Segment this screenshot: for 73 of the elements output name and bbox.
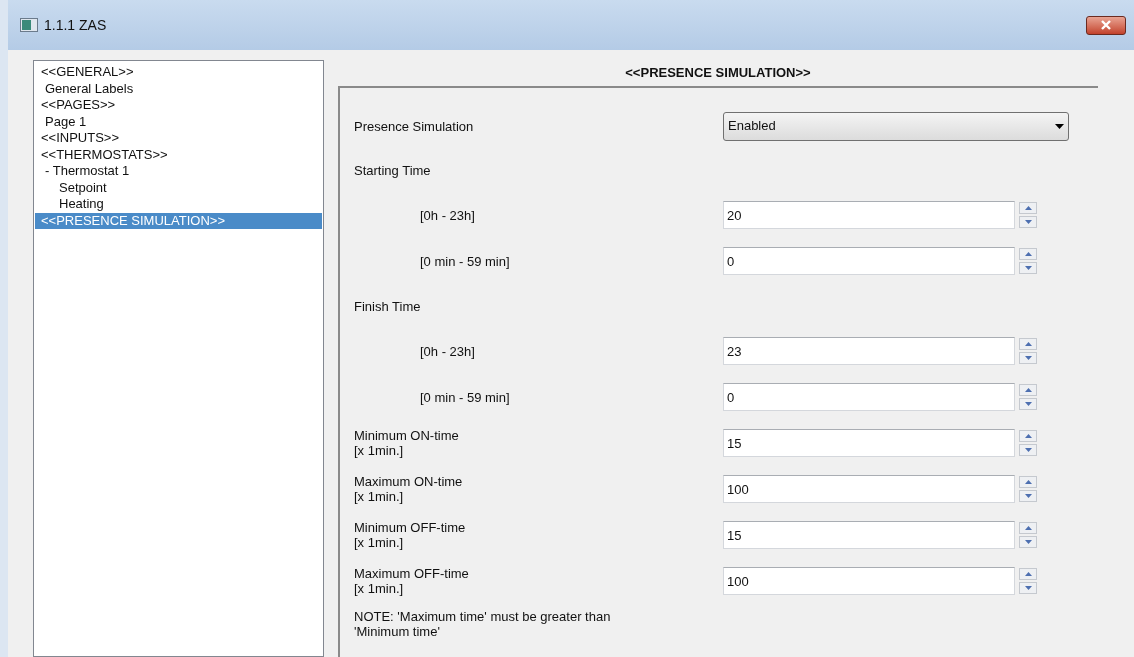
spin-down-button[interactable] — [1019, 536, 1037, 548]
up-arrow-icon — [1024, 572, 1032, 576]
up-arrow-icon — [1024, 526, 1032, 530]
spin-down-button[interactable] — [1019, 490, 1037, 502]
number-field[interactable]: 100 — [723, 567, 1015, 595]
spin-up-button[interactable] — [1019, 384, 1037, 396]
spin-down-button[interactable] — [1019, 444, 1037, 456]
field-label: [0h - 23h] — [419, 207, 476, 223]
up-arrow-icon — [1024, 206, 1032, 210]
field-label: [x 1min.] — [354, 581, 405, 596]
field-label: [0h - 23h] — [419, 343, 476, 359]
up-arrow-icon — [1024, 480, 1032, 484]
down-arrow-icon — [1024, 266, 1032, 270]
spin-up-button[interactable] — [1019, 430, 1037, 442]
field-label: Minimum OFF-time — [354, 520, 467, 535]
field-label: Starting Time — [354, 162, 432, 178]
down-arrow-icon — [1024, 448, 1032, 452]
tree-item[interactable]: <<INPUTS>> — [35, 130, 322, 147]
up-arrow-icon — [1024, 342, 1032, 346]
down-arrow-icon — [1024, 402, 1032, 406]
spin-up-button[interactable] — [1019, 202, 1037, 214]
field-label: Maximum OFF-time — [354, 566, 470, 581]
tree-item[interactable]: Page 1 — [35, 113, 322, 130]
tree-item[interactable]: Heating — [35, 196, 322, 213]
field-label: [x 1min.] — [354, 443, 405, 458]
spin-down-button[interactable] — [1019, 352, 1037, 364]
spin-down-button[interactable] — [1019, 582, 1037, 594]
caret-icon — [1055, 123, 1064, 129]
tree-item[interactable]: <<PAGES>> — [35, 97, 322, 114]
window-icon — [20, 18, 38, 32]
up-arrow-icon — [1024, 434, 1032, 438]
field-label: [0 min - 59 min] — [419, 389, 511, 405]
tree-item[interactable]: <<PRESENCE SIMULATION>> — [35, 212, 322, 229]
up-arrow-icon — [1024, 388, 1032, 392]
field-label: Presence Simulation — [354, 118, 475, 134]
down-arrow-icon — [1024, 540, 1032, 544]
spin-up-button[interactable] — [1019, 522, 1037, 534]
down-arrow-icon — [1024, 494, 1032, 498]
spin-down-button[interactable] — [1019, 398, 1037, 410]
panel-title: <<PRESENCE SIMULATION>> — [624, 64, 812, 83]
number-field[interactable]: 15 — [723, 429, 1015, 457]
tree-item[interactable]: - Thermostat 1 — [35, 163, 322, 180]
number-field[interactable]: 15 — [723, 521, 1015, 549]
tree-item[interactable]: General Labels — [35, 80, 322, 97]
field-label: Minimum ON-time — [354, 428, 460, 443]
field-label: NOTE: 'Maximum time' must be greater than 'Minimum time' — [354, 609, 611, 639]
number-field[interactable]: 100 — [723, 475, 1015, 503]
field-label: [x 1min.] — [354, 489, 405, 504]
number-field[interactable]: 0 — [723, 383, 1015, 411]
down-arrow-icon — [1024, 220, 1032, 224]
spin-up-button[interactable] — [1019, 338, 1037, 350]
spin-up-button[interactable] — [1019, 248, 1037, 260]
down-arrow-icon — [1024, 356, 1032, 360]
number-field[interactable]: 23 — [723, 337, 1015, 365]
spin-up-button[interactable] — [1019, 476, 1037, 488]
field-label: Maximum ON-time — [354, 474, 464, 489]
tree-item[interactable]: <<GENERAL>> — [35, 64, 322, 81]
down-arrow-icon — [1024, 586, 1032, 590]
up-arrow-icon — [1024, 252, 1032, 256]
field-label: Finish Time — [354, 298, 422, 314]
close-icon — [1100, 20, 1112, 30]
number-field[interactable]: 0 — [723, 247, 1015, 275]
dropdown[interactable]: Enabled — [723, 111, 1069, 141]
tree-item[interactable]: <<THERMOSTATS>> — [35, 146, 322, 163]
tree-item[interactable]: Setpoint — [35, 179, 322, 196]
spin-down-button[interactable] — [1019, 262, 1037, 274]
spin-down-button[interactable] — [1019, 216, 1037, 228]
number-field[interactable]: 20 — [723, 201, 1015, 229]
field-label: [x 1min.] — [354, 535, 405, 550]
field-label: [0 min - 59 min] — [419, 253, 511, 269]
close-button[interactable] — [1086, 15, 1126, 35]
window-title: 1.1.1 ZAS — [44, 15, 107, 35]
spin-up-button[interactable] — [1019, 568, 1037, 580]
